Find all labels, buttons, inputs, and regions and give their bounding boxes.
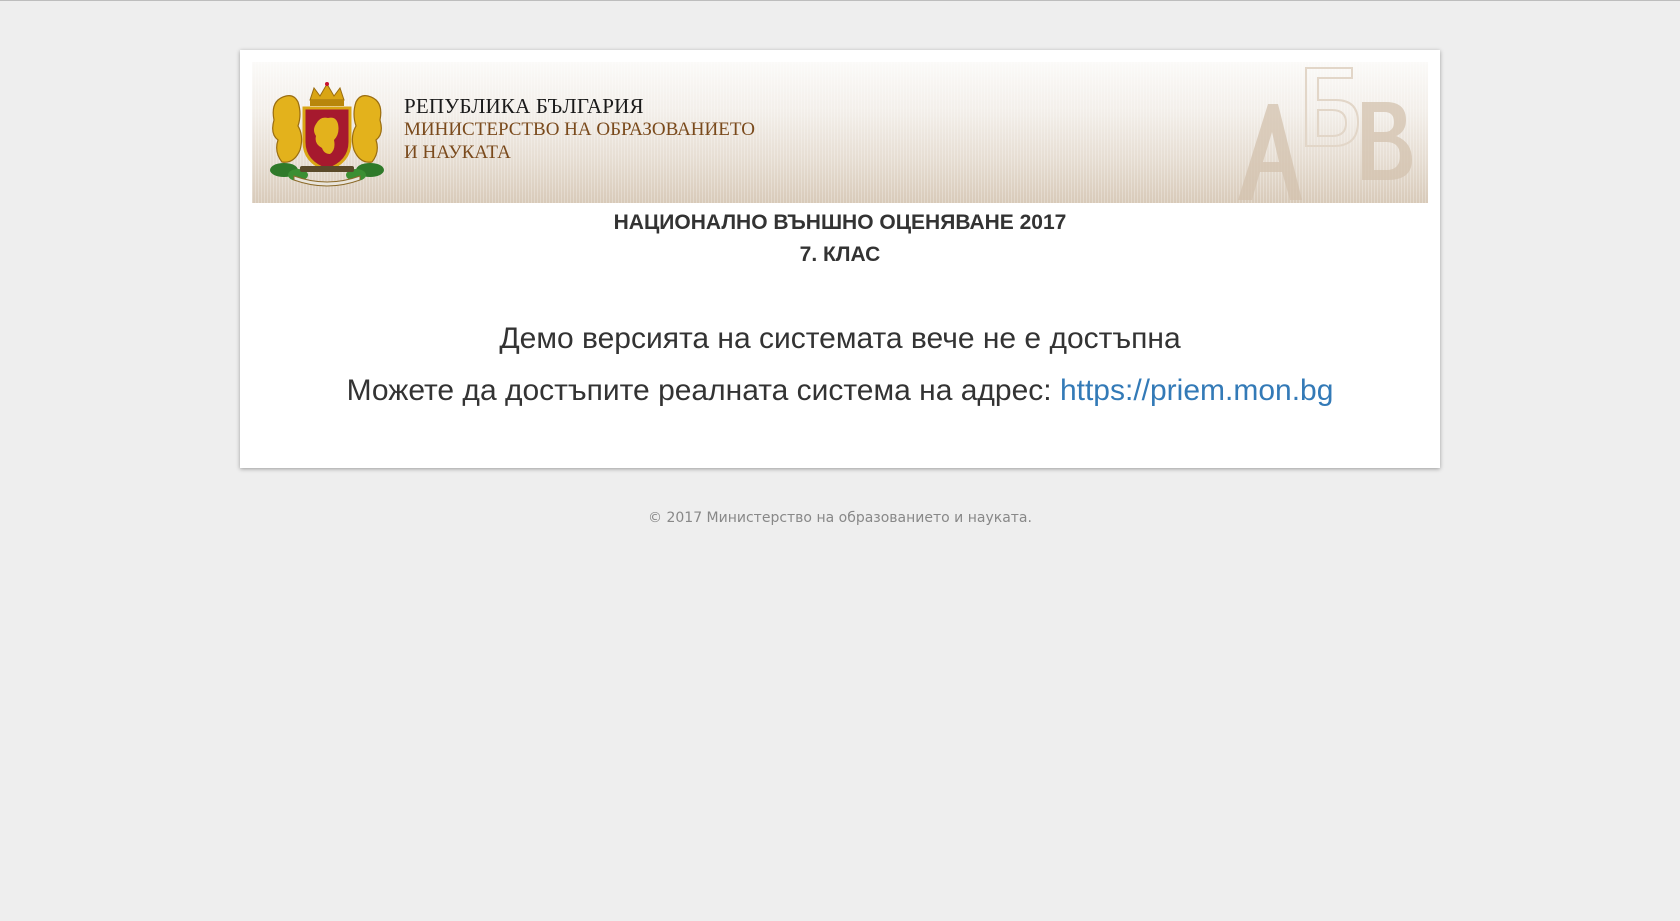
- footer-copyright: © 2017 Министерство на образованието и н…: [648, 510, 1032, 526]
- grade-subtitle: 7. КЛАС: [799, 243, 881, 266]
- top-border: [0, 0, 1680, 1]
- redirect-prefix: Можете да достъпите реалната система на …: [346, 374, 1052, 407]
- demo-unavailable-message: Демо версията на системата вече не е дос…: [499, 322, 1181, 355]
- ministry-name-line2: И НАУКАТА: [404, 142, 511, 163]
- coat-of-arms-icon: [270, 82, 384, 187]
- ministry-banner: РЕПУБЛИКА БЪЛГАРИЯ МИНИСТЕРСТВО НА ОБРАЗ…: [252, 62, 1428, 203]
- abv-decoration-icon: [1238, 67, 1412, 200]
- exam-title: НАЦИОНАЛНО ВЪНШНО ОЦЕНЯВАНЕ 2017: [613, 211, 1067, 234]
- priem-link[interactable]: https://priem.mon.bg: [1060, 374, 1333, 407]
- country-name: РЕПУБЛИКА БЪЛГАРИЯ: [404, 94, 644, 118]
- redirect-message: Можете да достъпите реалната система на …: [240, 374, 1440, 408]
- ministry-name: РЕПУБЛИКА БЪЛГАРИЯ МИНИСТЕРСТВО НА ОБРАЗ…: [404, 95, 755, 164]
- main-card: РЕПУБЛИКА БЪЛГАРИЯ МИНИСТЕРСТВО НА ОБРАЗ…: [240, 50, 1440, 468]
- ministry-name-line1: МИНИСТЕРСТВО НА ОБРАЗОВАНИЕТО: [404, 119, 755, 140]
